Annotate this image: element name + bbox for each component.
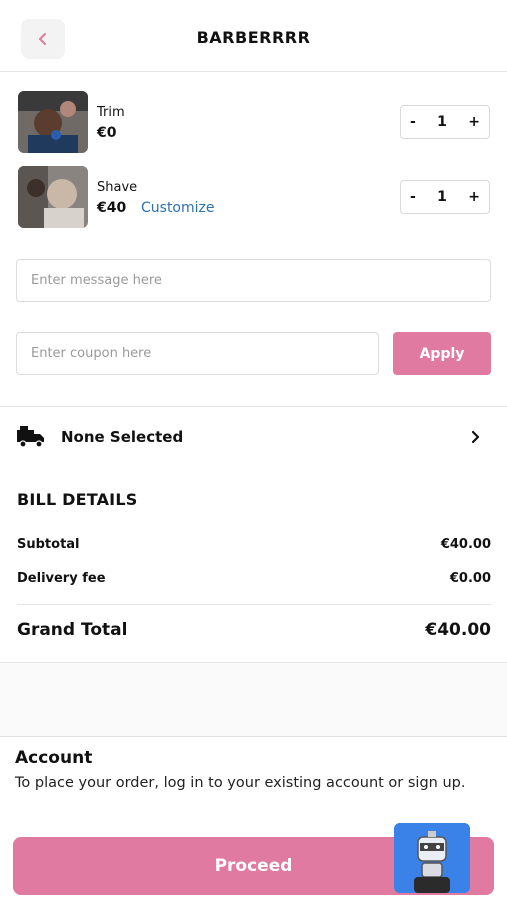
chat-widget[interactable]: [394, 823, 470, 893]
subtotal-label: Subtotal: [17, 537, 80, 552]
item-price: €40: [97, 200, 127, 216]
quantity-value: 1: [437, 189, 447, 205]
grand-total-value: €40.00: [425, 620, 491, 640]
message-input[interactable]: Enter message here: [16, 259, 491, 302]
message-placeholder: Enter message here: [31, 273, 162, 288]
coupon-placeholder: Enter coupon here: [31, 346, 152, 361]
grand-total-label: Grand Total: [17, 620, 128, 640]
delivery-option-row[interactable]: None Selected: [0, 407, 507, 465]
item-price: €0: [97, 125, 117, 141]
item-name: Shave: [97, 180, 138, 195]
cart-item-trim: Trim €0 - 1 +: [18, 91, 490, 155]
divider: [17, 604, 491, 605]
delivery-option-label: None Selected: [61, 428, 184, 446]
quantity-stepper: - 1 +: [400, 180, 490, 214]
account-title: Account: [15, 748, 93, 768]
subtotal-row: Subtotal €40.00: [17, 537, 491, 552]
delivery-fee-row: Delivery fee €0.00: [17, 571, 491, 586]
grand-total-row: Grand Total €40.00: [17, 620, 491, 640]
decrease-button[interactable]: -: [410, 189, 416, 205]
delivery-fee-value: €0.00: [449, 571, 491, 586]
decrease-button[interactable]: -: [410, 114, 416, 130]
coupon-input[interactable]: Enter coupon here: [16, 332, 379, 375]
account-description: To place your order, log in to your exis…: [15, 775, 466, 791]
subtotal-value: €40.00: [440, 537, 491, 552]
quantity-value: 1: [437, 114, 447, 130]
cart-item-shave: Shave €40 Customize - 1 +: [18, 166, 490, 230]
delivery-fee-label: Delivery fee: [17, 571, 106, 586]
chevron-right-icon: [471, 430, 480, 444]
trim-thumbnail: [18, 91, 88, 153]
header: BARBERRRR: [0, 0, 507, 72]
increase-button[interactable]: +: [468, 189, 480, 205]
bill-details-title: BILL DETAILS: [17, 490, 138, 509]
page-title: BARBERRRR: [196, 28, 311, 47]
increase-button[interactable]: +: [468, 114, 480, 130]
apply-button[interactable]: Apply: [393, 332, 491, 375]
quantity-stepper: - 1 +: [400, 105, 490, 139]
section-spacer: [0, 662, 507, 737]
chatbot-robot-icon: [394, 823, 470, 893]
customize-link[interactable]: Customize: [141, 200, 215, 216]
delivery-truck-icon: [17, 426, 44, 448]
shave-thumbnail: [18, 166, 88, 228]
item-name: Trim: [97, 105, 125, 120]
